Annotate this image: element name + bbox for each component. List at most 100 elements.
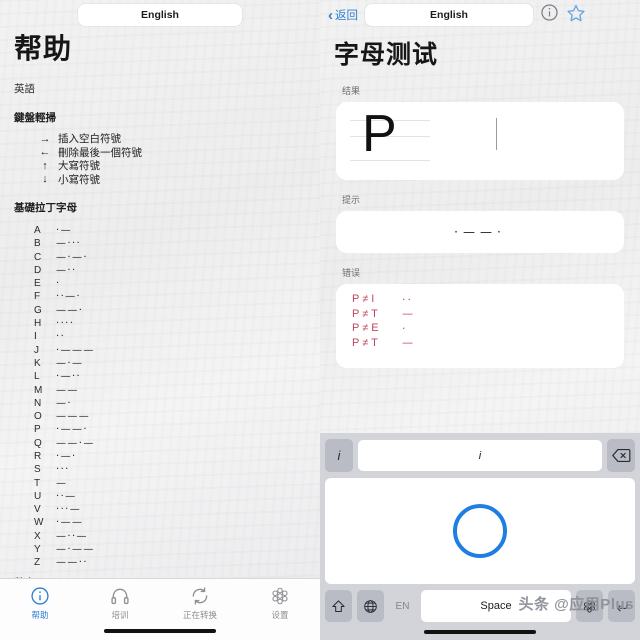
alphabet-row: X —··—	[34, 530, 320, 543]
alphabet-morse-code: ——·	[56, 304, 84, 316]
alphabet-morse-code: —·	[56, 397, 72, 409]
alphabet-morse-code: —··	[56, 264, 77, 276]
error-morse-code: ··	[402, 292, 413, 306]
alphabet-letter: X	[34, 530, 41, 542]
alphabet-letter: U	[34, 490, 42, 502]
alphabet-morse-code: ··	[56, 331, 66, 343]
back-button[interactable]: ‹ 返回	[328, 7, 358, 23]
refresh-icon	[190, 586, 210, 606]
alphabet-letter: P	[34, 424, 41, 436]
error-row: P ≠ T —	[336, 307, 624, 322]
swipe-arrow-icon: ↑	[42, 159, 48, 172]
alphabet-morse-code: ·—	[56, 224, 72, 236]
tab-info[interactable]: 帮助	[0, 586, 80, 621]
language-key[interactable]: EN	[389, 590, 416, 622]
swipe-item: ↑ 大寫符號	[32, 159, 320, 173]
alphabet-letter: A	[34, 224, 41, 236]
swipe-item: ← 刪除最後一個符號	[32, 145, 320, 159]
tab-refresh[interactable]: 正在转换	[160, 586, 240, 621]
alphabet-row: O ———	[34, 410, 320, 423]
alphabet-row: H ····	[34, 317, 320, 330]
swipe-arrow-icon: ←	[39, 146, 51, 159]
swipe-arrow-icon: ↓	[42, 173, 48, 186]
swipe-arrow-icon: →	[39, 132, 51, 145]
globe-icon[interactable]	[357, 590, 384, 622]
shift-icon[interactable]	[325, 590, 352, 622]
error-row: P ≠ E ·	[336, 321, 624, 336]
alphabet-morse-code: ··—	[56, 490, 77, 502]
error-card: P ≠ I ·· P ≠ T — P ≠ E · P ≠ T —	[336, 284, 624, 368]
chevron-left-icon: ‹	[328, 6, 333, 24]
hint-card: ·——·	[336, 211, 624, 253]
alphabet-morse-code: ——·—	[56, 437, 95, 449]
swipe-item: ↓ 小寫符號	[32, 172, 320, 186]
alphabet-row: Y —·——	[34, 543, 320, 556]
morse-alphabet-list: A ·— B —··· C —·—· D —·· E · F ··—· G ——· H ···· I ·· J ·——…	[34, 224, 320, 570]
swipe-item-label: 小寫符號	[58, 173, 100, 186]
space-key[interactable]: Space	[421, 590, 571, 622]
alphabet-morse-code: ··—·	[56, 291, 82, 303]
star-icon[interactable]	[566, 3, 586, 28]
page-title: 帮助	[14, 33, 73, 64]
flower-icon[interactable]	[576, 590, 603, 622]
alphabet-letter: K	[34, 357, 41, 369]
alphabet-letter: F	[34, 291, 41, 303]
alphabet-letter: G	[34, 304, 42, 316]
error-pair: P ≠ I	[352, 293, 375, 306]
return-icon[interactable]	[608, 590, 635, 622]
language-selector-button[interactable]: English	[365, 4, 533, 26]
delete-icon[interactable]	[607, 439, 635, 472]
alphabet-row: W ·——	[34, 516, 320, 529]
alphabet-morse-code: ·	[56, 278, 61, 290]
keyboard-input-row: i i	[325, 439, 635, 472]
alphabet-letter: T	[34, 477, 41, 489]
tap-circle-indicator[interactable]	[453, 504, 507, 558]
alphabet-morse-code: ·———	[56, 344, 95, 356]
keyboard-swipe-list: → 插入空白符號 ← 刪除最後一個符號 ↑ 大寫符號 ↓ 小寫符號	[32, 132, 320, 186]
headphones-icon	[110, 586, 130, 606]
alphabet-morse-code: —··—	[56, 530, 88, 542]
language-selector-button[interactable]: English	[78, 4, 242, 26]
language-subtitle: 英語	[14, 82, 35, 95]
help-screen-panel: English 帮助 英語 鍵盤輕掃 → 插入空白符號 ← 刪除最後一個符號 ↑ 大寫符號…	[0, 0, 320, 640]
settings-icon	[270, 586, 290, 606]
latin-alphabet-heading: 基礎拉丁字母	[14, 201, 77, 214]
home-indicator	[104, 628, 216, 633]
alphabet-row: V ···—	[34, 503, 320, 516]
info-icon	[30, 586, 50, 606]
keyboard-bottom-row: EN Space	[325, 590, 635, 622]
alphabet-letter: M	[34, 384, 43, 396]
alphabet-morse-code: ·—··	[56, 371, 82, 383]
alphabet-letter: H	[34, 318, 42, 330]
alphabet-letter: C	[34, 251, 42, 263]
alphabet-morse-code: ···	[56, 464, 70, 476]
error-morse-code: —	[402, 307, 415, 321]
tab-headphones[interactable]: 培训	[80, 586, 160, 621]
error-row: P ≠ I ··	[336, 292, 624, 307]
back-button-label: 返回	[335, 10, 358, 22]
tab-label: 帮助	[31, 610, 49, 620]
alphabet-row: M ——	[34, 383, 320, 396]
morse-input-field[interactable]: i	[358, 440, 602, 471]
error-pair: P ≠ E	[352, 322, 379, 335]
alphabet-row: F ··—·	[34, 290, 320, 303]
alphabet-row: P ·——·	[34, 423, 320, 436]
result-letter: P	[362, 105, 397, 163]
alphabet-row: J ·———	[34, 343, 320, 356]
alphabet-row: B —···	[34, 237, 320, 250]
hint-morse-code: ·——·	[454, 225, 506, 239]
alphabet-morse-code: —·—	[56, 357, 84, 369]
keyboard-swipe-heading: 鍵盤輕掃	[14, 111, 56, 124]
alphabet-morse-code: —·——	[56, 544, 95, 556]
morse-tap-pad[interactable]	[325, 478, 635, 584]
info-key[interactable]: i	[325, 439, 353, 472]
info-icon[interactable]	[540, 3, 559, 27]
alphabet-row: U ··—	[34, 490, 320, 503]
alphabet-letter: L	[34, 371, 40, 383]
error-morse-code: ·	[402, 321, 408, 335]
result-card[interactable]: P	[336, 102, 624, 180]
hint-section-label: 提示	[342, 195, 361, 205]
alphabet-row: T —	[34, 476, 320, 489]
tab-settings[interactable]: 设置	[240, 586, 320, 621]
alphabet-row: D —··	[34, 264, 320, 277]
